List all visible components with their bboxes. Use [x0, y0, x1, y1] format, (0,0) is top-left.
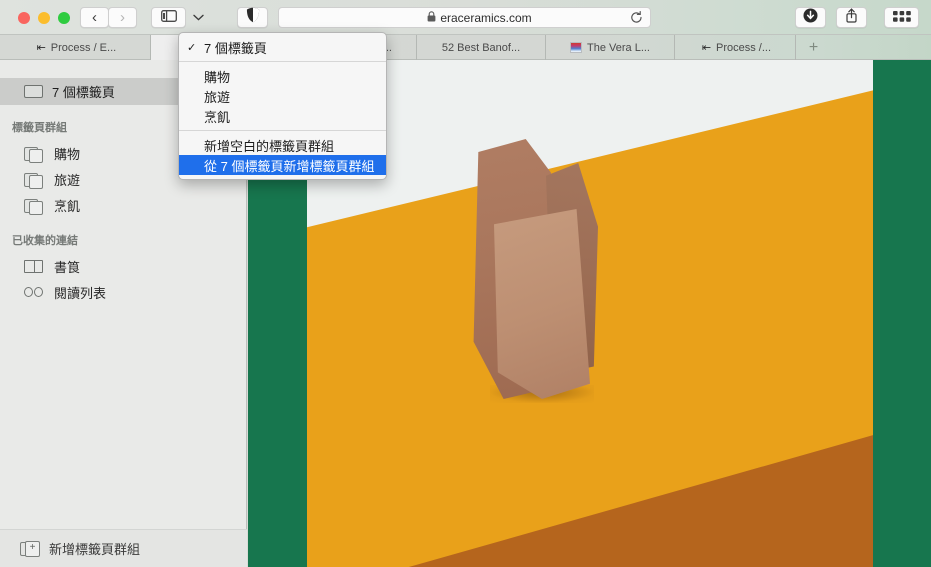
tab-group-icon [24, 146, 43, 161]
sidebar-item-reading-list[interactable]: 閱讀列表 [0, 279, 246, 305]
forward-button[interactable]: › [108, 7, 137, 28]
downloads-button[interactable] [795, 7, 826, 28]
share-button[interactable] [836, 7, 867, 28]
tab-bar: ⇤ Process / E... Grand Cen... 52 Best Ba… [0, 35, 931, 60]
sidebar-menu-button[interactable] [186, 7, 210, 28]
check-icon: ✓ [187, 41, 204, 54]
add-tab-group-label: 新增標籤頁群組 [49, 539, 140, 558]
menu-item-label: 烹飢 [204, 107, 230, 126]
back-button[interactable]: ‹ [80, 7, 109, 28]
display-icon [24, 85, 43, 98]
menu-separator [179, 61, 386, 62]
menu-item-label: 新增空白的標籤頁群組 [204, 136, 334, 155]
menu-item-cooking[interactable]: 烹飢 [179, 106, 386, 126]
menu-item-label: 購物 [204, 67, 230, 86]
download-icon [803, 8, 818, 28]
privacy-report-button[interactable] [237, 7, 268, 28]
lock-icon [427, 9, 436, 27]
tab-title: The Vera L... [587, 42, 650, 54]
sidebar-item-label: 購物 [54, 144, 80, 163]
menu-separator [179, 130, 386, 131]
url-text: eraceramics.com [440, 11, 531, 25]
add-tab-group-button[interactable]: 新增標籤頁群組 [0, 529, 247, 567]
sidebar-item-label: 閱讀列表 [54, 283, 106, 302]
photo-green-band-right [873, 60, 931, 567]
arrows-icon: ⇤ [34, 42, 46, 54]
sidebar-toggle-button[interactable] [151, 7, 186, 28]
tab-group-icon [24, 198, 43, 213]
maximize-window-button[interactable] [58, 12, 70, 24]
close-window-button[interactable] [18, 12, 30, 24]
tab-group-dropdown-menu: ✓ 7 個標籤頁 購物 旅遊 烹飢 新增空白的標籤頁群組 從 7 個標籤頁新增標… [178, 32, 387, 180]
menu-item-shopping[interactable]: 購物 [179, 66, 386, 86]
photo-clay-face-front [494, 209, 590, 399]
tab-item[interactable]: The Vera L... [546, 35, 675, 60]
menu-item-all-tabs[interactable]: ✓ 7 個標籤頁 [179, 37, 386, 57]
tab-group-icon [24, 172, 43, 187]
photo-backdrop [307, 60, 873, 567]
tab-title: Process / E... [51, 42, 116, 54]
browser-toolbar: ‹ › [0, 0, 931, 35]
new-tab-button[interactable]: + [796, 35, 831, 60]
menu-item-new-empty-tab-group[interactable]: 新增空白的標籤頁群組 [179, 135, 386, 155]
sidebar-item-label: 旅遊 [54, 170, 80, 189]
tab-overview-button[interactable] [884, 7, 919, 28]
tab-title: 52 Best Banof... [442, 42, 520, 54]
share-icon [845, 8, 858, 28]
chevron-left-icon: ‹ [92, 10, 97, 25]
window-controls [18, 12, 70, 24]
tab-item[interactable]: 52 Best Banof... [417, 35, 546, 60]
sidebar-section-title: 已收集的連結 [0, 218, 246, 253]
book-icon [24, 260, 43, 273]
tab-grid-icon [893, 9, 911, 27]
menu-item-label: 7 個標籤頁 [204, 38, 267, 57]
tab-item[interactable]: ⇤ Process /... [675, 35, 796, 60]
sidebar-item-cooking[interactable]: 烹飢 [0, 192, 246, 218]
vera-gradient-icon [570, 42, 582, 54]
menu-item-travel[interactable]: 旅遊 [179, 86, 386, 106]
chevron-down-icon [193, 12, 204, 24]
sidebar-item-label: 7 個標籤頁 [52, 82, 115, 101]
safari-window: ‹ › [0, 0, 931, 567]
photo-clay-object [472, 139, 603, 399]
chevron-right-icon: › [120, 10, 125, 25]
tab-item[interactable]: ⇤ Process / E... [0, 35, 151, 60]
minimize-window-button[interactable] [38, 12, 50, 24]
menu-item-new-tab-group-from-tabs[interactable]: 從 7 個標籤頁新增標籤頁群組 [179, 155, 386, 175]
glasses-icon [24, 285, 43, 300]
plus-icon: + [809, 39, 818, 57]
add-tab-group-icon [20, 541, 39, 556]
address-bar[interactable]: eraceramics.com [278, 7, 651, 28]
arrows-icon: ⇤ [699, 42, 711, 54]
reload-icon[interactable] [630, 11, 643, 28]
menu-item-label: 旅遊 [204, 87, 230, 106]
sidebar-icon [161, 9, 177, 27]
shield-icon [246, 7, 260, 28]
sidebar-item-bookmarks[interactable]: 書筤 [0, 253, 246, 279]
tab-title: Process /... [716, 42, 771, 54]
sidebar-item-label: 烹飢 [54, 196, 80, 215]
menu-item-label: 從 7 個標籤頁新增標籤頁群組 [204, 156, 374, 175]
sidebar-item-label: 書筤 [54, 257, 80, 276]
